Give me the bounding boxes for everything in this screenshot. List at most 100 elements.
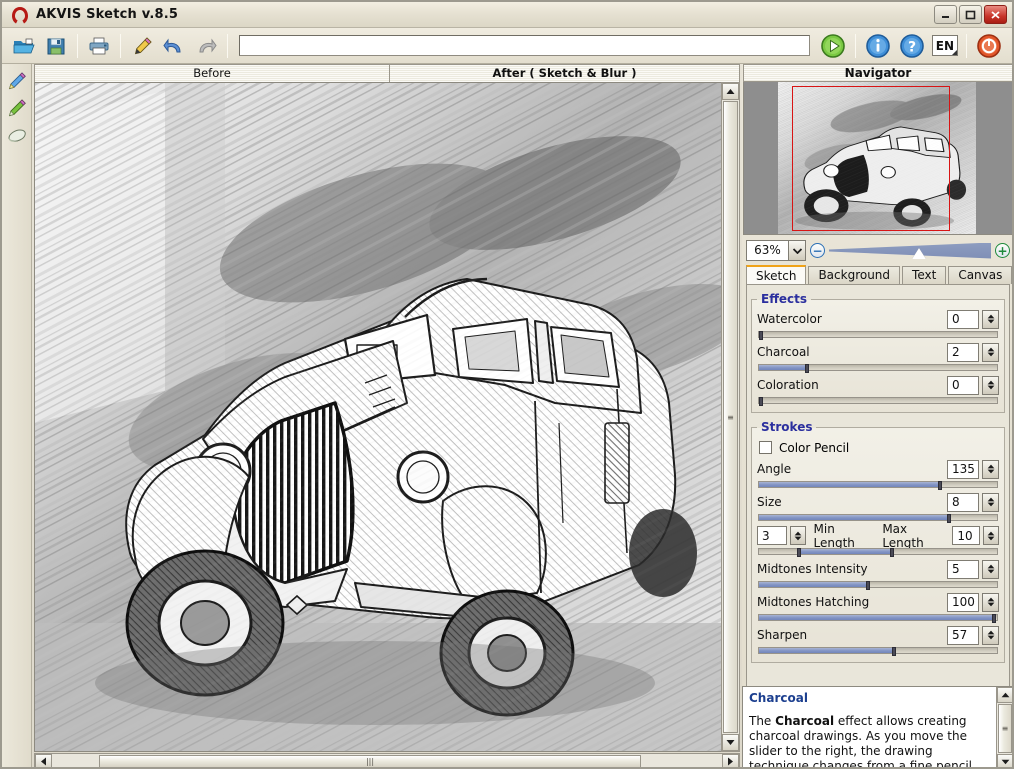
image-canvas[interactable] (34, 82, 740, 752)
strokes-group: Strokes Color Pencil Angle 135 Size 8 3 … (751, 420, 1005, 663)
angle-value[interactable]: 135 (947, 459, 979, 479)
sharpen-slider[interactable] (758, 647, 998, 656)
max-length-value[interactable]: 10 (952, 526, 981, 545)
horizontal-scroll-thumb[interactable]: ||| (99, 755, 641, 767)
chevron-down-icon[interactable] (788, 241, 805, 260)
midtones-hatching-value[interactable]: 100 (947, 592, 979, 612)
tab-after[interactable]: After ( Sketch & Blur ) (390, 64, 740, 82)
sidebar-item-history-brush-tool[interactable] (4, 96, 30, 122)
hint-scroll-up-button[interactable] (997, 687, 1012, 703)
color-pencil-row[interactable]: Color Pencil (759, 438, 999, 457)
vertical-scroll-thumb[interactable]: ≡ (723, 101, 738, 733)
power-exit-icon[interactable] (975, 32, 1003, 60)
zoom-level-combobox[interactable]: 63% (746, 240, 806, 261)
zoom-slider-handle[interactable] (911, 247, 926, 259)
scroll-down-button[interactable] (722, 734, 739, 751)
scroll-up-button[interactable] (722, 83, 739, 100)
slider-row-midtones-intensity: Midtones Intensity 5 (757, 559, 999, 579)
zoom-in-button[interactable]: + (995, 243, 1010, 258)
stroke-length-row: 3 Min Length Max Length 10 (757, 522, 1000, 550)
maximize-button[interactable] (959, 5, 982, 24)
size-stepper[interactable] (982, 492, 999, 512)
angle-slider[interactable] (758, 481, 998, 490)
close-button[interactable] (984, 5, 1007, 24)
watercolor-value[interactable]: 0 (947, 309, 979, 329)
watercolor-slider[interactable] (758, 331, 998, 340)
tab-before[interactable]: Before (34, 64, 390, 82)
grip-icon: ≡ (727, 412, 734, 422)
redo-arrow-icon[interactable] (192, 32, 220, 60)
tab-background[interactable]: Background (808, 266, 901, 284)
color-pencil-checkbox[interactable] (759, 441, 772, 454)
toolbar-separator-2 (120, 33, 121, 58)
hint-scroll-thumb[interactable]: ≡ (998, 704, 1012, 753)
sharpen-stepper[interactable] (982, 625, 999, 645)
scroll-left-button[interactable] (35, 754, 52, 767)
zoom-slider-track (829, 242, 991, 259)
canvas-vertical-scrollbar[interactable]: ≡ (721, 82, 740, 752)
tab-text[interactable]: Text (902, 266, 947, 284)
save-disk-icon[interactable] (42, 32, 70, 60)
stroke-length-range-slider[interactable] (758, 548, 998, 557)
hint-scroll-down-button[interactable] (997, 754, 1012, 767)
slider-row-sharpen: Sharpen 57 (757, 625, 999, 645)
effects-legend: Effects (761, 292, 808, 306)
coloration-stepper[interactable] (982, 375, 999, 395)
charcoal-label: Charcoal (757, 345, 810, 359)
help-question-icon[interactable]: ? (898, 32, 926, 60)
minimize-button[interactable] (934, 5, 957, 24)
charcoal-value[interactable]: 2 (947, 342, 979, 362)
sidebar-item-sketch-pencil-tool[interactable] (4, 69, 30, 95)
watercolor-stepper[interactable] (982, 309, 999, 329)
settings-panel-body: Effects Watercolor 0 Charcoal 2 Colorati… (746, 284, 1010, 687)
title-bar: AKVIS Sketch v.8.5 (2, 2, 1012, 28)
horseshoe-logo-icon (8, 5, 32, 25)
scroll-right-button[interactable] (722, 754, 739, 767)
settings-tabs: Sketch Background Text Canvas (746, 265, 1012, 284)
zoom-out-button[interactable]: − (810, 243, 825, 258)
midtones-intensity-value[interactable]: 5 (947, 559, 979, 579)
tab-canvas[interactable]: Canvas (948, 266, 1012, 284)
charcoal-slider[interactable] (758, 364, 998, 373)
midtones-intensity-stepper[interactable] (982, 559, 999, 579)
sidebar-item-eraser-tool[interactable] (4, 123, 30, 149)
zoom-level-value: 63% (754, 243, 781, 257)
charcoal-stepper[interactable] (982, 342, 999, 362)
svg-text:?: ? (908, 39, 916, 55)
midtones-intensity-slider[interactable] (758, 581, 998, 590)
navigator-preview[interactable] (743, 82, 1012, 235)
toolbar-separator-1 (77, 33, 78, 58)
hscroll-track-right[interactable] (642, 754, 722, 767)
printer-icon[interactable] (85, 32, 113, 60)
coloration-value[interactable]: 0 (947, 375, 979, 395)
pencil-icon[interactable] (128, 32, 156, 60)
min-length-stepper[interactable] (789, 526, 806, 545)
open-folder-icon[interactable] (10, 32, 38, 60)
size-value[interactable]: 8 (947, 492, 979, 512)
hint-scrollbar[interactable]: ≡ (996, 687, 1012, 767)
tab-sketch[interactable]: Sketch (746, 265, 807, 284)
image-path-input[interactable] (239, 35, 810, 56)
hscroll-track-left[interactable] (52, 754, 98, 767)
info-icon[interactable] (864, 32, 892, 60)
angle-stepper[interactable] (982, 459, 999, 479)
green-pencil-icon (6, 97, 28, 122)
sharpen-value[interactable]: 57 (947, 625, 979, 645)
language-selector[interactable]: EN (931, 35, 958, 56)
size-slider[interactable] (758, 514, 998, 523)
slider-row-charcoal: Charcoal 2 (757, 342, 999, 362)
grip-icon: ||| (365, 757, 375, 766)
navigator-gutter-left (744, 82, 778, 234)
midtones-hatching-stepper[interactable] (982, 592, 999, 612)
max-length-stepper[interactable] (983, 526, 1000, 545)
min-length-label: Min Length (813, 521, 855, 550)
coloration-slider[interactable] (758, 397, 998, 406)
run-play-icon[interactable] (819, 32, 847, 60)
image-view-tabs: Before After ( Sketch & Blur ) (34, 64, 740, 82)
slider-row-size: Size 8 (757, 492, 999, 512)
zoom-slider[interactable] (829, 242, 991, 259)
undo-arrow-icon[interactable] (160, 32, 188, 60)
midtones-hatching-slider[interactable] (758, 614, 998, 623)
canvas-horizontal-scrollbar[interactable]: ||| (34, 753, 740, 767)
min-length-value[interactable]: 3 (757, 526, 787, 545)
